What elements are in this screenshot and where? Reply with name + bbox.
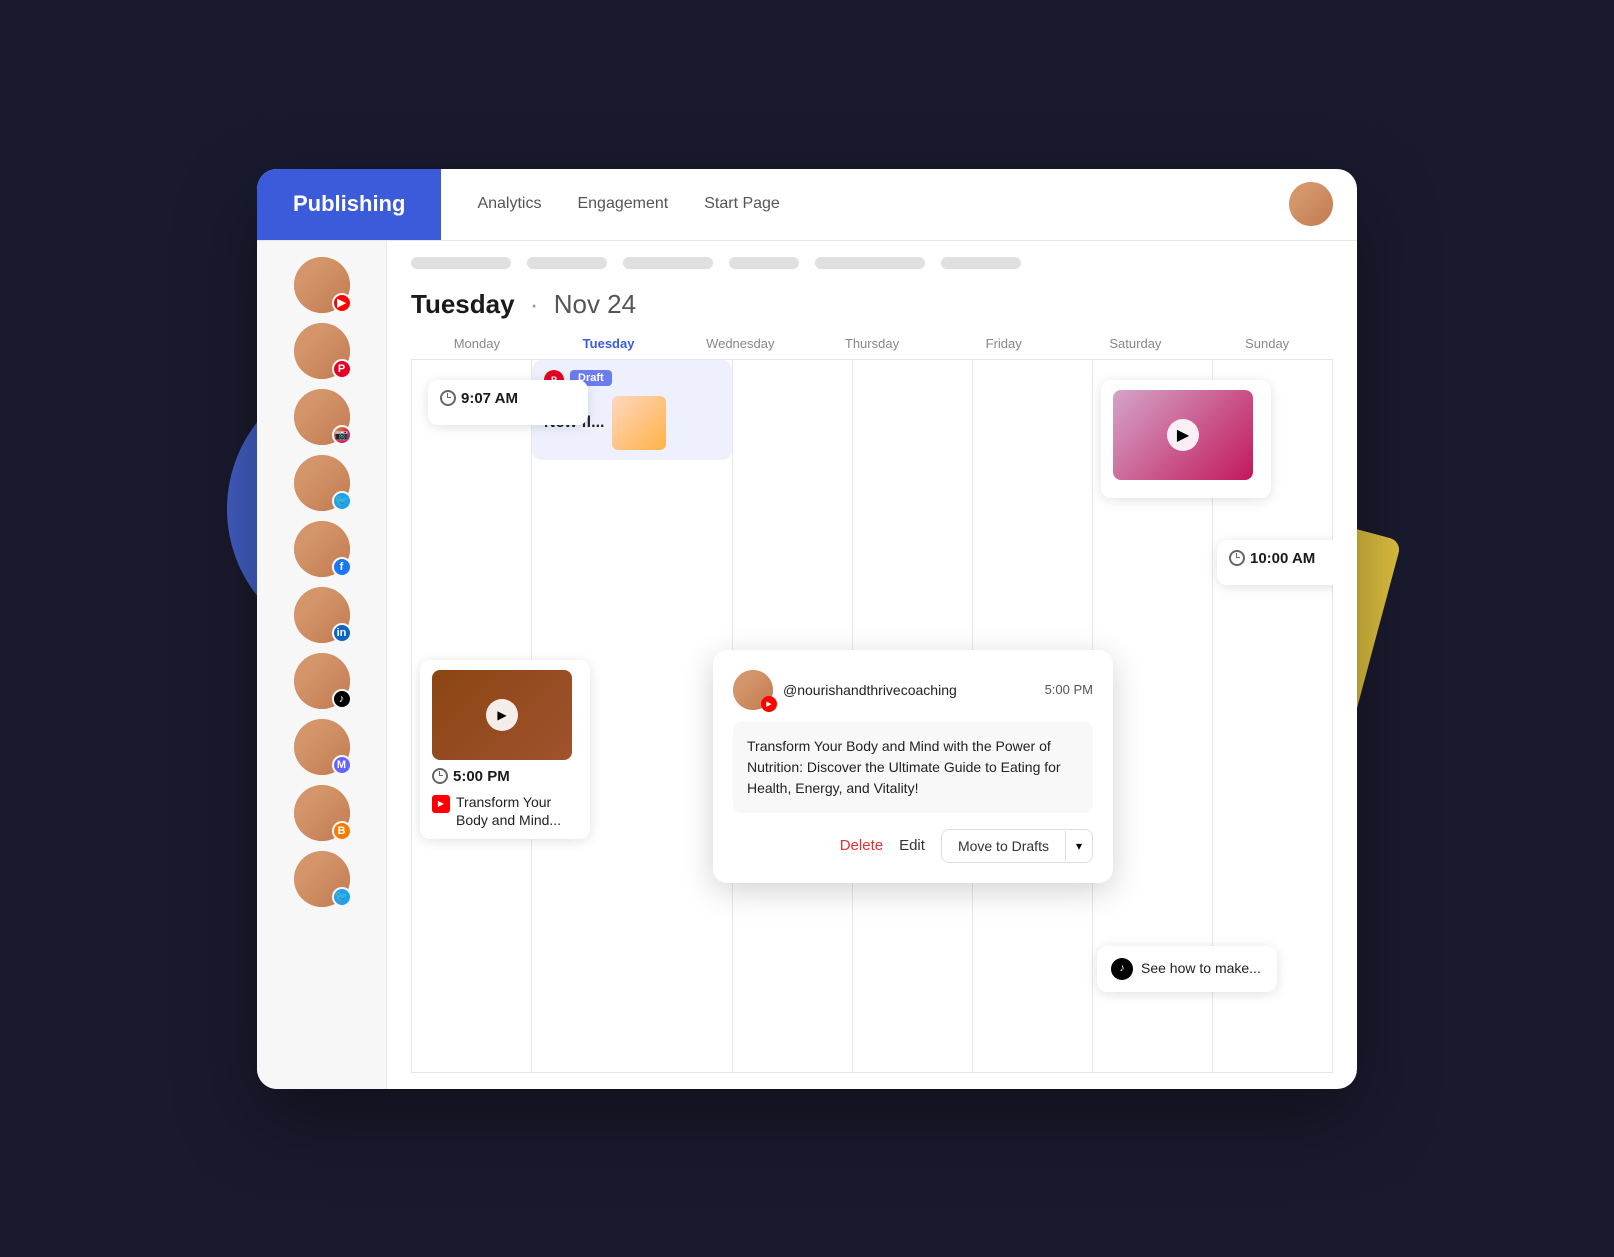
linkedin-badge: in	[332, 623, 352, 643]
sidebar: ▶ P 📷 🐦 f	[257, 241, 387, 1089]
monday-am-time: 9:07 AM	[440, 390, 576, 407]
filter-pill-6	[941, 257, 1021, 269]
move-to-drafts-button[interactable]: Move to Drafts ▾	[941, 829, 1093, 863]
monday-pm-card[interactable]: ▶ 5:00 PM ▶ Transform Your Body and Mind…	[420, 660, 590, 839]
app-window: Publishing Analytics Engagement Start Pa…	[257, 169, 1357, 1089]
popup-body-text: Transform Your Body and Mind with the Po…	[733, 722, 1093, 813]
sidebar-account-mastodon[interactable]: M	[294, 719, 350, 775]
saturday-play-btn: ▶	[1167, 419, 1199, 451]
date-separator: ·	[530, 289, 539, 319]
monday-column: 9:07 AM ▶ 5:00 PM	[412, 360, 532, 1073]
tiktok-badge: ♪	[332, 689, 352, 709]
filter-pill-5	[815, 257, 925, 269]
day-label-monday: Monday	[411, 336, 543, 351]
filter-pill-2	[527, 257, 607, 269]
edit-button[interactable]: Edit	[899, 837, 925, 854]
popup-time: 5:00 PM	[1045, 682, 1093, 697]
move-to-drafts-arrow-button[interactable]: ▾	[1065, 831, 1092, 861]
filter-pill-3	[623, 257, 713, 269]
day-label-sunday: Sunday	[1201, 336, 1333, 351]
wednesday-column: ▶ @nourishandthrivecoaching 5:00 PM Tran…	[733, 360, 853, 1073]
calendar-area: Tuesday · Nov 24 Monday Tuesday Wednesda…	[387, 241, 1357, 1089]
day-label-tuesday: Tuesday	[543, 336, 675, 351]
date-header: Tuesday · Nov 24	[411, 289, 1333, 320]
popup-header: ▶ @nourishandthrivecoaching 5:00 PM	[733, 670, 1093, 710]
tiktok-row: ♪ See how to make...	[1111, 958, 1263, 980]
monday-am-card[interactable]: 9:07 AM	[428, 380, 588, 425]
popup-yt-badge: ▶	[761, 696, 777, 712]
sidebar-account-youtube[interactable]: ▶	[294, 257, 350, 313]
week-body: 9:07 AM ▶ 5:00 PM	[411, 360, 1333, 1073]
monday-pm-title: Transform Your Body and Mind...	[456, 793, 578, 829]
twitter2-badge: 🐦	[332, 887, 352, 907]
popup-avatar: ▶	[733, 670, 773, 710]
facebook-badge: f	[332, 557, 352, 577]
day-label-saturday: Saturday	[1070, 336, 1202, 351]
youtube-icon-sm: ▶	[432, 795, 450, 813]
popup-user: ▶ @nourishandthrivecoaching	[733, 670, 957, 710]
sidebar-account-instagram[interactable]: 📷	[294, 389, 350, 445]
saturday-tiktok-card[interactable]: ♪ See how to make...	[1097, 946, 1277, 992]
sunday-am-time: 10:00 AM	[1229, 550, 1333, 567]
sidebar-account-twitter2[interactable]: 🐦	[294, 851, 350, 907]
day-label-wednesday: Wednesday	[674, 336, 806, 351]
user-avatar[interactable]	[1289, 182, 1333, 226]
instagram-badge: 📷	[332, 425, 352, 445]
pinterest-badge: P	[332, 359, 352, 379]
sidebar-account-facebook[interactable]: f	[294, 521, 350, 577]
week-days-header: Monday Tuesday Wednesday Thursday Friday…	[411, 336, 1333, 360]
sidebar-account-tiktok[interactable]: ♪	[294, 653, 350, 709]
current-day: Tuesday	[411, 289, 515, 319]
outer-wrapper: Publishing Analytics Engagement Start Pa…	[257, 169, 1357, 1089]
top-nav: Publishing Analytics Engagement Start Pa…	[257, 169, 1357, 241]
popup-username: @nourishandthrivecoaching	[783, 682, 957, 698]
monday-pm-time: 5:00 PM	[432, 768, 578, 785]
clock-icon	[440, 390, 456, 406]
day-label-friday: Friday	[938, 336, 1070, 351]
popup-actions: Delete Edit Move to Drafts ▾	[733, 829, 1093, 863]
filter-bar	[411, 257, 1333, 269]
sidebar-account-twitter[interactable]: 🐦	[294, 455, 350, 511]
filter-pill-4	[729, 257, 799, 269]
nav-engagement-tab[interactable]: Engagement	[577, 191, 668, 217]
week-grid: Monday Tuesday Wednesday Thursday Friday…	[411, 336, 1333, 1073]
post-popup-card[interactable]: ▶ @nourishandthrivecoaching 5:00 PM Tran…	[713, 650, 1113, 883]
day-label-thursday: Thursday	[806, 336, 938, 351]
nav-analytics-tab[interactable]: Analytics	[477, 191, 541, 217]
blogger-badge: B	[332, 821, 352, 841]
mastodon-badge: M	[332, 755, 352, 775]
sidebar-account-pinterest[interactable]: P	[294, 323, 350, 379]
youtube-badge: ▶	[332, 293, 352, 313]
main-content: ▶ P 📷 🐦 f	[257, 241, 1357, 1089]
monday-thumb: ▶	[432, 670, 572, 760]
twitter-badge: 🐦	[332, 491, 352, 511]
clock-icon-pm	[432, 768, 448, 784]
sidebar-account-blogger[interactable]: B	[294, 785, 350, 841]
saturday-image-card[interactable]: ▶	[1101, 380, 1271, 498]
nav-startpage-tab[interactable]: Start Page	[704, 191, 780, 217]
delete-button[interactable]: Delete	[840, 837, 883, 854]
tiktok-title: See how to make...	[1141, 959, 1261, 977]
tiktok-icon: ♪	[1111, 958, 1133, 980]
nav-publishing-tab[interactable]: Publishing	[257, 169, 441, 240]
play-button[interactable]: ▶	[486, 699, 518, 731]
filter-pill-1	[411, 257, 511, 269]
sunday-am-card[interactable]: 10:00 AM	[1217, 540, 1333, 585]
current-date: Nov 24	[554, 289, 636, 319]
monday-pm-label-row: ▶ Transform Your Body and Mind...	[432, 793, 578, 829]
avatar-face	[1289, 182, 1333, 226]
saturday-thumb: ▶	[1113, 390, 1253, 480]
move-to-drafts-main-button[interactable]: Move to Drafts	[942, 830, 1065, 862]
sidebar-account-linkedin[interactable]: in	[294, 587, 350, 643]
draft-thumbnail	[612, 396, 666, 450]
nav-tabs: Analytics Engagement Start Page	[441, 191, 1289, 217]
clock-icon-sunday	[1229, 550, 1245, 566]
